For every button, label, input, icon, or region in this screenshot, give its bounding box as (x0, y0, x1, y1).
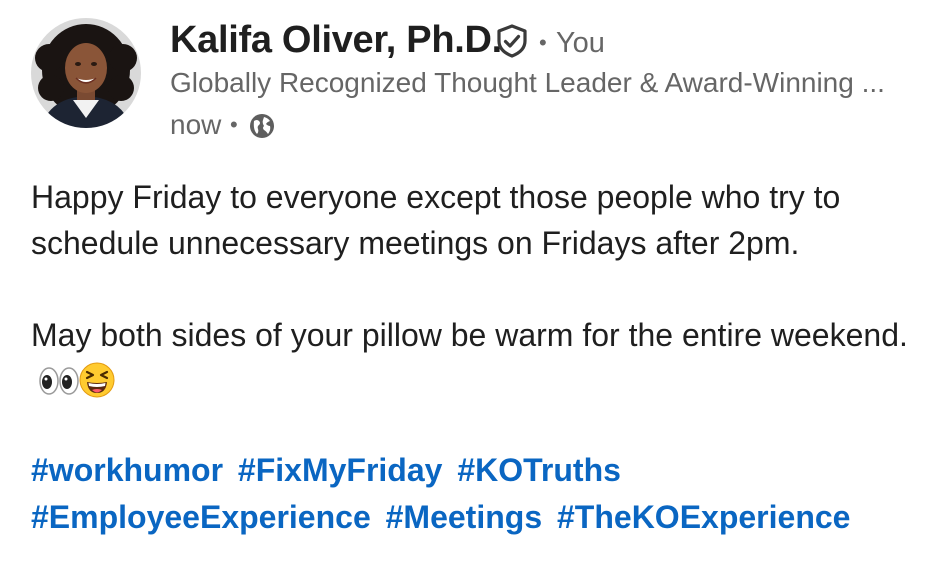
separator-dot: • (539, 30, 547, 55)
author-avatar[interactable] (31, 18, 141, 128)
hashtag-line: #EmployeeExperience #Meetings #TheKOExpe… (31, 494, 931, 541)
hashtag-link[interactable]: #KOTruths (457, 452, 621, 488)
post-body: Happy Friday to everyone except those pe… (31, 174, 921, 404)
author-name[interactable]: Kalifa Oliver, Ph.D. (170, 15, 502, 65)
post-paragraph-text: May both sides of your pillow be warm fo… (31, 317, 908, 353)
hashtag-line: #workhumor #FixMyFriday #KOTruths (31, 447, 931, 494)
post-paragraph: May both sides of your pillow be warm fo… (31, 312, 921, 404)
eyes-emoji (39, 367, 79, 395)
globe-icon (250, 114, 274, 138)
hashtag-link[interactable]: #workhumor (31, 452, 223, 488)
post-paragraph: Happy Friday to everyone except those pe… (31, 179, 841, 261)
laughing-emoji (79, 362, 115, 398)
relation-label: You (556, 27, 605, 59)
author-headline[interactable]: Globally Recognized Thought Leader & Awa… (170, 66, 910, 100)
hashtag-list: #workhumor #FixMyFriday #KOTruths #Emplo… (31, 447, 931, 541)
hashtag-link[interactable]: #EmployeeExperience (31, 499, 371, 535)
hashtag-link[interactable]: #TheKOExperience (557, 499, 850, 535)
hashtag-link[interactable]: #Meetings (386, 499, 542, 535)
feed-post: Kalifa Oliver, Ph.D. • You Globally Reco… (0, 0, 945, 572)
hashtag-link[interactable]: #FixMyFriday (238, 452, 443, 488)
verified-shield-check-icon (497, 24, 527, 58)
separator-dot: • (230, 112, 238, 137)
post-timestamp: now (170, 109, 222, 140)
